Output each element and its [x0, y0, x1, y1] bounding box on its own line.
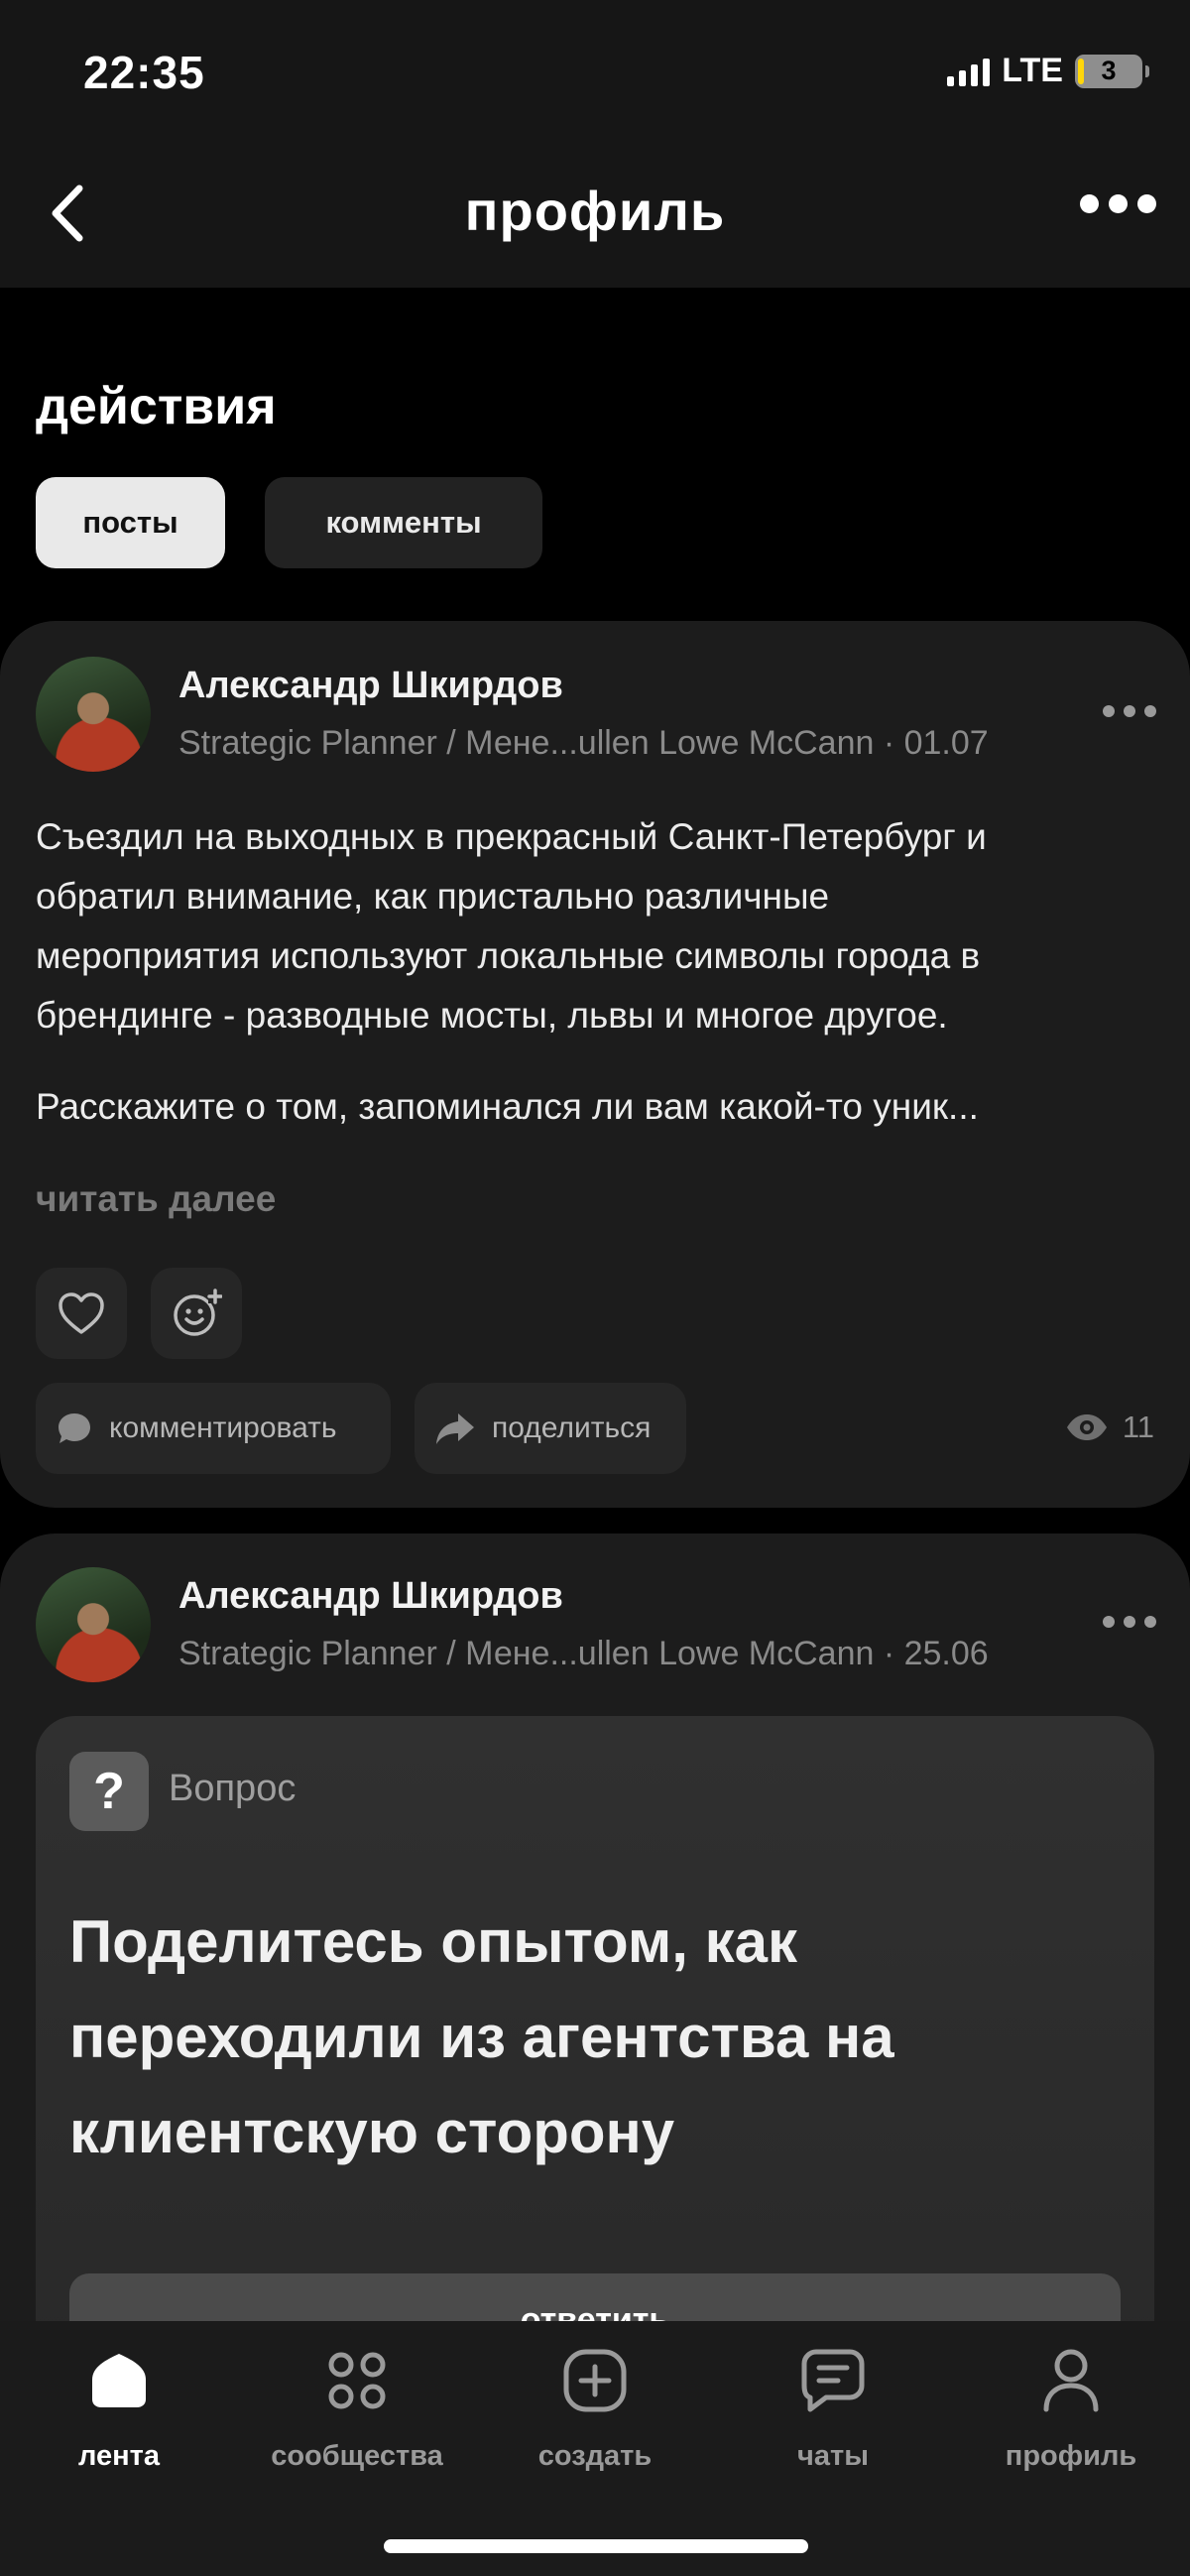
- dot-icon: [1103, 705, 1115, 717]
- share-arrow-icon: [436, 1413, 474, 1444]
- tab-profile[interactable]: профиль: [952, 2345, 1190, 2473]
- battery-icon: 3: [1075, 54, 1149, 88]
- question-label: Вопрос: [169, 1768, 297, 1809]
- bottom-tab-bar: лента сообщества создать чаты профиль: [0, 2321, 1190, 2576]
- more-options-button[interactable]: [1080, 194, 1156, 213]
- tab-communities[interactable]: сообщества: [238, 2345, 476, 2473]
- heart-icon: [59, 1292, 104, 1334]
- post-line: Съездил на выходных в прекрасный Санкт-П…: [36, 816, 987, 857]
- like-button[interactable]: [36, 1268, 127, 1359]
- tab-label: профиль: [1005, 2440, 1137, 2472]
- communities-icon: [321, 2345, 393, 2416]
- signal-icon: [947, 57, 991, 86]
- post-card[interactable]: Александр Шкирдов Strategic Planner / Ме…: [0, 621, 1190, 1508]
- dot-icon: [1124, 705, 1135, 717]
- tab-label: чаты: [797, 2440, 869, 2472]
- home-icon: [83, 2345, 155, 2416]
- post-meta: Strategic Planner / Мене...ullen Lowe Mc…: [178, 1635, 989, 1672]
- actions-tabs: посты комменты: [36, 477, 542, 568]
- tab-label: лента: [77, 2440, 160, 2472]
- question-line: переходили из агентства на: [69, 2004, 894, 2070]
- tab-comments[interactable]: комменты: [265, 477, 542, 568]
- share-button[interactable]: поделиться: [415, 1383, 686, 1474]
- tab-label: сообщества: [271, 2440, 443, 2472]
- question-line: Поделитесь опытом, как: [69, 1908, 798, 1975]
- dot-icon: [1144, 1616, 1156, 1628]
- create-plus-icon: [559, 2345, 631, 2416]
- post-more-button[interactable]: [1103, 705, 1156, 717]
- post-line: мероприятия используют локальные символы…: [36, 935, 981, 976]
- dot-icon: [1124, 1616, 1135, 1628]
- avatar[interactable]: [36, 657, 151, 772]
- dot-icon: [1080, 194, 1099, 213]
- dot-icon: [1137, 194, 1156, 213]
- post-line: обратил внимание, как пристально различн…: [36, 876, 830, 917]
- dot-icon: [1109, 194, 1128, 213]
- dot-icon: [1103, 1616, 1115, 1628]
- post-line: брендинге - разводные мосты, львы и мног…: [36, 995, 948, 1036]
- battery-level: 3: [1101, 56, 1117, 85]
- read-more-link[interactable]: читать далее: [36, 1178, 276, 1220]
- tab-label: создать: [537, 2440, 653, 2472]
- post-more-button[interactable]: [1103, 1616, 1156, 1628]
- question-line: клиентскую сторону: [69, 2099, 675, 2165]
- status-indicators: LTE 3: [947, 52, 1149, 90]
- chat-icon: [797, 2345, 869, 2416]
- add-reaction-button[interactable]: [151, 1268, 242, 1359]
- comment-bubble-icon: [59, 1413, 90, 1443]
- tab-chats[interactable]: чаты: [714, 2345, 952, 2473]
- network-type: LTE: [1002, 52, 1063, 89]
- section-title: действия: [36, 378, 277, 435]
- tab-create[interactable]: создать: [476, 2345, 714, 2473]
- post-meta: Strategic Planner / Мене...ullen Lowe Mc…: [178, 724, 989, 762]
- post-author[interactable]: Александр Шкирдов: [178, 1575, 563, 1618]
- status-time: 22:35: [83, 47, 205, 98]
- share-label: поделиться: [492, 1411, 652, 1444]
- views-value: 11: [1122, 1410, 1154, 1444]
- tab-feed[interactable]: лента: [0, 2345, 238, 2473]
- post-text[interactable]: Съездил на выходных в прекрасный Санкт-П…: [36, 807, 1160, 1137]
- tab-posts[interactable]: посты: [36, 477, 225, 568]
- comment-button[interactable]: комментировать: [36, 1383, 391, 1474]
- question-mark-icon: ?: [69, 1752, 149, 1831]
- post-author[interactable]: Александр Шкирдов: [178, 665, 563, 707]
- dot-icon: [1144, 705, 1156, 717]
- emoji-plus-icon: [174, 1288, 222, 1336]
- home-indicator[interactable]: [384, 2539, 808, 2553]
- view-count: 11: [1065, 1410, 1154, 1445]
- eye-icon: [1066, 1414, 1107, 1440]
- question-text: Поделитесь опытом, как переходили из аге…: [69, 1895, 1095, 2180]
- avatar[interactable]: [36, 1567, 151, 1682]
- comment-label: комментировать: [109, 1411, 337, 1444]
- post-line: Расскажите о том, запоминался ли вам как…: [36, 1086, 979, 1127]
- page-title: профиль: [464, 180, 726, 242]
- profile-icon: [1035, 2345, 1107, 2416]
- profile-screen: 22:35 LTE 3 профиль действия посты комме…: [0, 0, 1190, 2576]
- top-bar: 22:35 LTE 3 профиль: [0, 0, 1190, 288]
